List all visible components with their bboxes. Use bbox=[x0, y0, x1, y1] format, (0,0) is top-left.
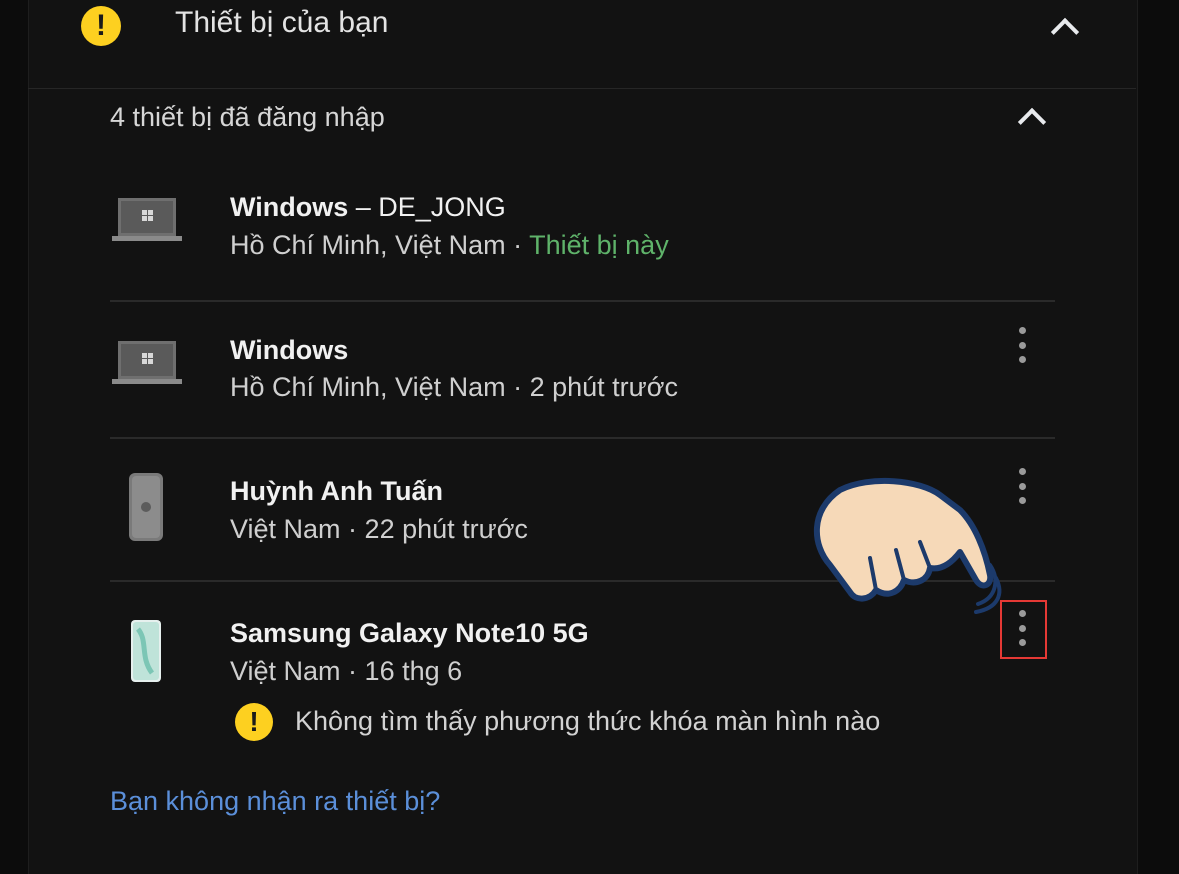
laptop-icon bbox=[112, 341, 182, 384]
warning-text: Không tìm thấy phương thức khóa màn hình… bbox=[295, 706, 881, 736]
warning-icon: ! bbox=[235, 703, 273, 741]
section-title: Thiết bị của bạn bbox=[175, 6, 389, 39]
chevron-up-icon[interactable] bbox=[1050, 17, 1080, 47]
warning-icon: ! bbox=[81, 6, 121, 46]
more-options-icon[interactable] bbox=[1015, 327, 1029, 363]
device-row-windows-de-jong[interactable]: Windows – DE_JONG Hồ Chí Minh, Việt Nam … bbox=[110, 160, 1055, 302]
more-options-icon[interactable] bbox=[1015, 468, 1029, 504]
iphone-icon bbox=[129, 473, 163, 541]
device-meta: Việt Nam · 22 phút trước bbox=[230, 514, 528, 544]
android-phone-icon bbox=[131, 620, 161, 682]
device-name: Samsung Galaxy Note10 5G bbox=[230, 618, 589, 648]
device-name: Windows bbox=[230, 335, 349, 365]
devices-header[interactable]: ! Thiết bị của bạn bbox=[28, 0, 1136, 89]
this-device-label: Thiết bị này bbox=[529, 230, 669, 260]
device-name: Huỳnh Anh Tuấn bbox=[230, 476, 443, 506]
device-meta: Hồ Chí Minh, Việt Nam · Thiết bị này bbox=[230, 230, 669, 260]
device-meta: Hồ Chí Minh, Việt Nam · 2 phút trước bbox=[230, 372, 678, 402]
divider bbox=[110, 437, 1055, 439]
device-name: Windows – DE_JONG bbox=[230, 192, 506, 222]
signed-in-devices-count: 4 thiết bị đã đăng nhập bbox=[110, 102, 385, 132]
device-row-windows[interactable]: Windows Hồ Chí Minh, Việt Nam · 2 phút t… bbox=[110, 297, 1055, 439]
unrecognized-device-link[interactable]: Bạn không nhận ra thiết bị? bbox=[110, 786, 440, 817]
laptop-icon bbox=[112, 198, 182, 241]
device-meta: Việt Nam · 16 thg 6 bbox=[230, 656, 463, 686]
pointing-hand-icon bbox=[814, 478, 1002, 614]
